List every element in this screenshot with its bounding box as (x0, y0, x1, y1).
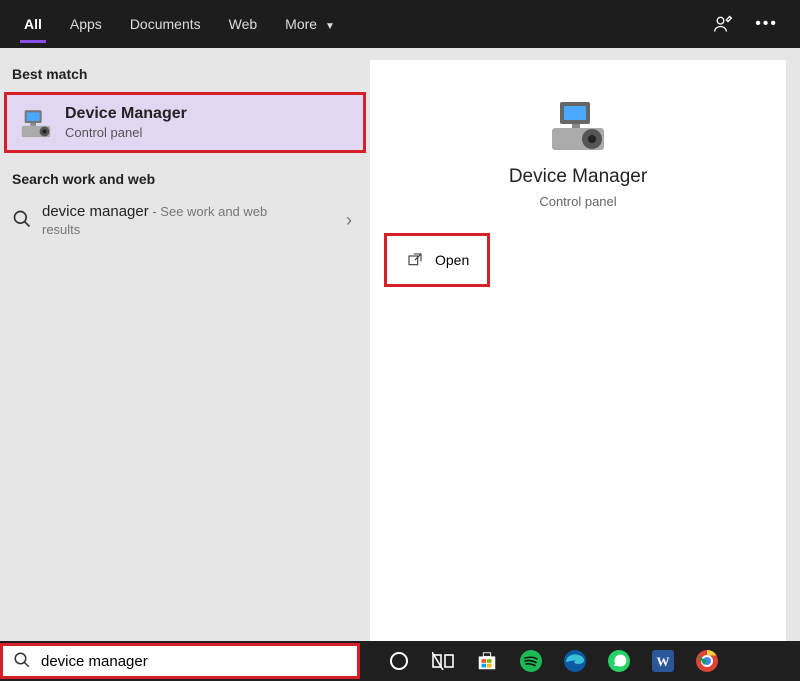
chevron-right-icon[interactable]: › (346, 210, 358, 231)
best-match-result[interactable]: Device Manager Control panel (4, 92, 366, 153)
best-match-heading: Best match (0, 58, 370, 92)
open-label: Open (435, 252, 469, 268)
whatsapp-icon[interactable] (606, 648, 632, 674)
best-match-subtitle: Control panel (65, 125, 187, 140)
word-icon[interactable]: W (650, 648, 676, 674)
taskbar: W (0, 641, 800, 681)
cortana-icon[interactable] (386, 648, 412, 674)
results-column: Best match Device Manager Control panel … (0, 48, 370, 641)
open-action[interactable]: Open (384, 233, 490, 287)
web-result-query: device manager (42, 203, 149, 220)
feedback-icon[interactable] (713, 14, 733, 34)
tab-more-label: More (285, 16, 317, 32)
preview-panel: Device Manager Control panel Open (370, 60, 786, 641)
device-manager-large-icon (546, 100, 610, 156)
web-search-result[interactable]: device manager - See work and web result… (0, 197, 370, 243)
open-icon (407, 252, 423, 268)
best-match-title: Device Manager (65, 105, 187, 123)
search-icon (12, 209, 32, 232)
search-filter-tabs: All Apps Documents Web More ▼ ••• (0, 0, 800, 48)
svg-text:W: W (657, 654, 670, 669)
spotify-icon[interactable] (518, 648, 544, 674)
task-view-icon[interactable] (430, 648, 456, 674)
microsoft-store-icon[interactable] (474, 648, 500, 674)
preview-subtitle: Control panel (370, 194, 786, 209)
more-options-icon[interactable]: ••• (755, 15, 778, 33)
tab-all[interactable]: All (10, 3, 56, 45)
tab-documents[interactable]: Documents (116, 3, 215, 45)
search-icon (13, 651, 31, 672)
tab-apps[interactable]: Apps (56, 3, 116, 45)
web-result-hint-inline: - See work and web (149, 204, 268, 219)
search-work-web-heading: Search work and web (0, 153, 370, 197)
device-manager-icon (19, 106, 53, 140)
chrome-icon[interactable] (694, 648, 720, 674)
search-input[interactable] (41, 653, 347, 670)
tab-more[interactable]: More ▼ (271, 3, 349, 45)
edge-icon[interactable] (562, 648, 588, 674)
web-result-hint-line2: results (42, 222, 336, 237)
taskbar-search[interactable] (0, 643, 360, 679)
preview-title: Device Manager (370, 166, 786, 188)
chevron-down-icon: ▼ (325, 21, 335, 32)
tab-web[interactable]: Web (215, 3, 272, 45)
